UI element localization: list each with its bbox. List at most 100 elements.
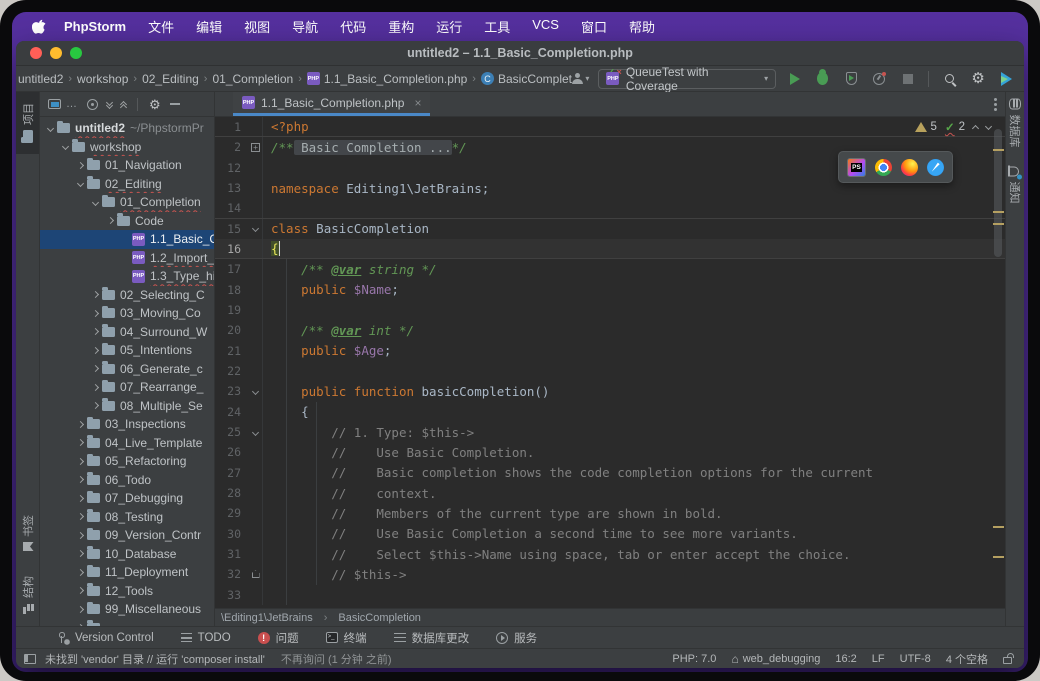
code-line-1[interactable]: 1<?php (215, 117, 1005, 137)
code-line-25[interactable]: 25 // 1. Type: $this-> (215, 422, 1005, 442)
status-dismiss-link[interactable]: 不再询问 (1 分钟 之前) (281, 651, 392, 667)
menu-item-帮助[interactable]: 帮助 (618, 17, 666, 36)
breadcrumb-item-untitled2[interactable]: untitled2 (18, 72, 63, 86)
tree-expand-arrow[interactable] (89, 403, 102, 408)
fold-expand-icon[interactable]: + (251, 143, 260, 152)
tree-row[interactable]: 01_Navigation (40, 156, 214, 175)
php-version-widget[interactable]: PHP: 7.0 (672, 653, 716, 665)
code-line-21[interactable]: 21 public $Age; (215, 341, 1005, 361)
next-problem-icon[interactable] (985, 122, 992, 129)
tree-expand-arrow[interactable] (74, 514, 87, 519)
tool-window-button-结构[interactable]: 结构 (16, 564, 39, 626)
stripe-mark[interactable] (993, 556, 1004, 558)
code-line-31[interactable]: 31 // Select $this->Name using space, ta… (215, 544, 1005, 564)
apple-icon[interactable] (32, 19, 47, 34)
breadcrumb-item-01_Completion[interactable]: 01_Completion (212, 72, 293, 86)
tree-row[interactable]: 03_Inspections (40, 415, 214, 434)
code-line-32[interactable]: 32 // $this-> (215, 564, 1005, 584)
stripe-mark[interactable] (993, 223, 1004, 225)
code-line-14[interactable]: 14 (215, 198, 1005, 218)
code-line-15[interactable]: 15class BasicCompletion (215, 219, 1005, 239)
tool-window-button-TODO[interactable]: TODO (181, 632, 231, 644)
stripe-mark[interactable] (993, 526, 1004, 528)
tree-expand-arrow[interactable] (74, 422, 87, 427)
tool-window-button-项目[interactable]: 项目 (16, 92, 39, 154)
stripe-mark[interactable] (993, 211, 1004, 213)
code-line-28[interactable]: 28 // context. (215, 483, 1005, 503)
tree-row[interactable]: 02_Selecting_C (40, 286, 214, 305)
menu-item-重构[interactable]: 重构 (377, 17, 425, 36)
tool-window-button-通知[interactable]: 通知 (1006, 154, 1024, 216)
code-line-16[interactable]: 16{ (215, 239, 1005, 259)
breadcrumb-item-workshop[interactable]: workshop (77, 72, 128, 86)
tree-row[interactable]: untitled2~/PhpstormPr (40, 119, 214, 138)
menu-item-导航[interactable]: 导航 (281, 17, 329, 36)
code-line-29[interactable]: 29 // Members of the current type are sh… (215, 503, 1005, 523)
stop-button[interactable] (898, 69, 917, 89)
tool-window-button-问题[interactable]: !问题 (258, 630, 299, 646)
tree-row[interactable]: 12_Tools (40, 582, 214, 601)
tree-expand-arrow[interactable] (74, 533, 87, 538)
code-line-30[interactable]: 30 // Use Basic Completion a second time… (215, 524, 1005, 544)
tree-expand-arrow[interactable] (74, 625, 87, 626)
breadcrumb-item-BasicCompletion[interactable]: CBasicCompletion (481, 72, 572, 86)
fold-collapse-icon[interactable] (252, 429, 259, 436)
close-tab-icon[interactable]: × (414, 96, 421, 110)
tree-expand-arrow[interactable] (74, 496, 87, 501)
tree-row[interactable]: workshop (40, 138, 214, 157)
locate-file-button[interactable] (87, 99, 98, 110)
user-dropdown-button[interactable]: ▾ (572, 73, 589, 84)
window-title-bar[interactable]: untitled2 – 1.1_Basic_Completion.php (16, 41, 1024, 66)
tree-row[interactable]: Code (40, 212, 214, 231)
tool-window-button-服务[interactable]: 服务 (496, 630, 537, 646)
run-button[interactable] (785, 69, 804, 89)
tree-expand-arrow[interactable] (74, 440, 87, 445)
tree-row[interactable]: 09_Version_Contr (40, 526, 214, 545)
editor-tab-active[interactable]: PHP 1.1_Basic_Completion.php × (233, 92, 430, 116)
tree-expand-arrow[interactable] (89, 292, 102, 297)
tree-collapse-arrow[interactable] (89, 200, 102, 205)
menu-item-视图[interactable]: 视图 (233, 17, 281, 36)
indent-widget[interactable]: 4 个空格 (946, 651, 988, 667)
chrome-icon[interactable] (875, 159, 892, 176)
project-view-button[interactable] (48, 99, 61, 109)
code-line-26[interactable]: 26 // Use Basic Completion. (215, 442, 1005, 462)
tree-collapse-arrow[interactable] (74, 181, 87, 186)
tree-expand-arrow[interactable] (74, 551, 87, 556)
breadcrumb-class[interactable]: BasicCompletion (338, 612, 421, 624)
tab-options-icon[interactable] (994, 103, 997, 106)
tree-collapse-arrow[interactable] (44, 126, 57, 131)
tree-row[interactable]: PHP1.2_Import_ (40, 249, 214, 268)
tool-window-button-数据库[interactable]: 数据库 (1006, 92, 1024, 154)
code-line-20[interactable]: 20 /** @var int */ (215, 320, 1005, 340)
deployment-widget[interactable]: ⌂ web_debugging (731, 652, 820, 666)
tree-expand-arrow[interactable] (89, 385, 102, 390)
code-line-19[interactable]: 19 (215, 300, 1005, 320)
menu-item-工具[interactable]: 工具 (473, 17, 521, 36)
tree-expand-arrow[interactable] (74, 477, 87, 482)
ellipsis-icon[interactable]: … (66, 98, 78, 110)
code-line-23[interactable]: 23 public function basicCompletion() (215, 381, 1005, 401)
close-window-button[interactable] (30, 47, 42, 59)
caret-position-widget[interactable]: 16:2 (835, 653, 856, 665)
phpstorm-browser-icon[interactable]: PS (847, 158, 866, 177)
line-separator-widget[interactable]: LF (872, 653, 885, 665)
encoding-widget[interactable]: UTF-8 (900, 653, 931, 665)
debug-button[interactable] (813, 69, 832, 89)
code-line-27[interactable]: 27 // Basic completion shows the code co… (215, 463, 1005, 483)
tree-expand-arrow[interactable] (74, 163, 87, 168)
menu-item-运行[interactable]: 运行 (425, 17, 473, 36)
warnings-indicator[interactable]: 5 (915, 121, 937, 133)
expand-all-button[interactable] (107, 100, 112, 108)
tree-row[interactable]: 07_Rearrange_ (40, 378, 214, 397)
tree-expand-arrow[interactable] (104, 218, 117, 223)
tree-expand-arrow[interactable] (74, 588, 87, 593)
run-with-coverage-button[interactable] (842, 69, 861, 89)
tree-row[interactable]: 02_Editing (40, 175, 214, 194)
settings-button[interactable]: ⚙ (968, 69, 987, 89)
tree-row[interactable]: 08_Testing (40, 508, 214, 527)
tree-expand-arrow[interactable] (89, 366, 102, 371)
lock-icon[interactable] (1003, 657, 1012, 664)
tree-expand-arrow[interactable] (74, 459, 87, 464)
tree-expand-arrow[interactable] (89, 329, 102, 334)
